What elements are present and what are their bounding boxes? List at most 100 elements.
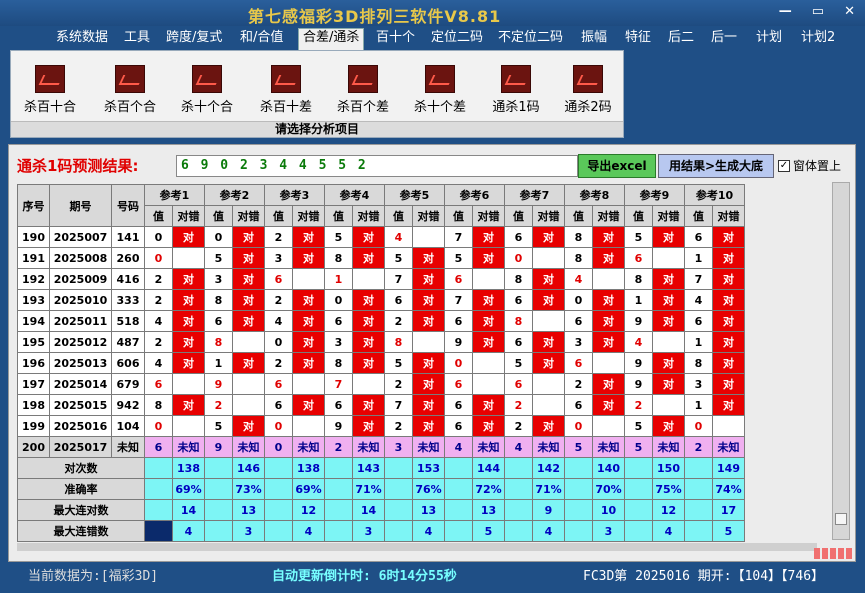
menu-item-8[interactable]: 振幅	[577, 29, 611, 49]
cell-period: 2025007	[49, 226, 112, 248]
menu-item-12[interactable]: 计划	[752, 29, 786, 49]
vertical-scrollbar[interactable]	[832, 182, 850, 540]
ribbon-button-0[interactable]: 杀百十合	[11, 65, 89, 115]
stat-spacer	[384, 457, 413, 479]
subheader-value: 值	[564, 205, 593, 227]
ribbon-button-4[interactable]: 杀百个差	[324, 65, 402, 115]
cell-check: 对	[292, 247, 325, 269]
table-row[interactable]: 194 2025011 518 4 对 6 对 4 对 6 对 2 对 6 对 8 6 对 9 对 6 对	[17, 310, 745, 332]
prediction-result-field[interactable]: 6 9 0 2 3 4 4 5 5 2	[176, 155, 578, 177]
header-ref-6: 参考6	[444, 184, 505, 206]
table-row[interactable]: 192 2025009 416 2 对 3 对 6 1 7 对 6 8 对 4 8 对 7 对	[17, 268, 745, 290]
close-icon[interactable]: ✕	[844, 4, 855, 19]
stat-spacer	[324, 499, 353, 521]
cell-value: 6	[264, 373, 293, 395]
cell-value: 9	[204, 373, 233, 395]
cell-value: 6	[684, 310, 713, 332]
table-row[interactable]: 198 2025015 942 8 对 2 6 对 6 对 7 对 6 对 2 6 对 2 1 对	[17, 394, 745, 416]
cell-value: 6	[324, 310, 353, 332]
stay-on-top-checkbox[interactable]: ✓ 窗体置上	[778, 157, 841, 174]
generate-base-button[interactable]: 用结果>生成大底	[658, 154, 774, 178]
header-ref-7: 参考7	[504, 184, 565, 206]
cell-check: 对	[592, 310, 625, 332]
cell-number: 518	[111, 310, 145, 332]
cell-check: 对	[232, 226, 265, 248]
stat-spacer	[144, 457, 173, 479]
cell-number: 未知	[111, 436, 145, 458]
stat-value: 143	[352, 457, 385, 479]
cell-number: 416	[111, 268, 145, 290]
cell-check: 对	[352, 310, 385, 332]
menu-item-3[interactable]: 和/合值	[236, 29, 287, 49]
subheader-check: 对错	[532, 205, 565, 227]
ribbon-button-5[interactable]: 杀十个差	[401, 65, 479, 115]
cell-value: 2	[564, 373, 593, 395]
cell-period: 2025008	[49, 247, 112, 269]
table-header-row: 序号 期号 号码 参考1 参考2 参考3 参考4 参考5 参考6 参考7 参考8 参考9 参考10	[17, 184, 745, 227]
menu-item-11[interactable]: 后一	[707, 29, 741, 49]
cell-check	[352, 268, 385, 290]
stat-spacer	[204, 520, 233, 542]
minimize-icon[interactable]: —	[779, 4, 792, 19]
maximize-icon[interactable]: ▭	[812, 4, 824, 19]
stat-value: 74%	[712, 478, 745, 500]
stat-spacer	[264, 520, 293, 542]
table-row[interactable]: 199 2025016 104 0 5 对 0 9 对 2 对 6 对 2 对 0 5 对 0	[17, 415, 745, 437]
menu-item-2[interactable]: 跨度/复式	[162, 29, 226, 49]
table-row[interactable]: 190 2025007 141 0 对 0 对 2 对 5 对 4 7 对 6 对 8 对 5 对 6 对	[17, 226, 745, 248]
menu-item-0[interactable]: 系统数据	[52, 29, 112, 49]
subheader-value: 值	[324, 205, 353, 227]
ribbon-button-3[interactable]: 杀百十差	[247, 65, 325, 115]
menu-item-9[interactable]: 特征	[621, 29, 655, 49]
table-row[interactable]: 191 2025008 260 0 5 对 3 对 8 对 5 对 5 对 0 8 对 6 1 对	[17, 247, 745, 269]
cell-value: 7	[444, 226, 473, 248]
menu-item-5[interactable]: 百十个	[372, 29, 419, 49]
table-row[interactable]: 197 2025014 679 6 9 6 7 2 对 6 6 2 对 9 对 3 对	[17, 373, 745, 395]
table-row-pending[interactable]: 200 2025017 未知 6 未知 9 未知 0 未知 2 未知 3 未知 4 未知 4 未知 5 未知 5 未知 2…	[17, 436, 745, 458]
stat-spacer	[504, 478, 533, 500]
cell-check: 对	[172, 289, 205, 311]
menu-item-13[interactable]: 计划2	[797, 29, 839, 49]
cell-check: 对	[412, 268, 445, 290]
menu-item-7[interactable]: 不定位二码	[494, 29, 567, 49]
cell-check	[292, 268, 325, 290]
scroll-thumb[interactable]	[835, 513, 847, 525]
table-row[interactable]: 196 2025013 606 4 对 1 对 2 对 8 对 5 对 0 5 对 6 9 对 8 对	[17, 352, 745, 374]
stat-spacer	[204, 499, 233, 521]
ribbon-button-2[interactable]: 杀十个合	[168, 65, 246, 115]
cell-value: 9	[624, 352, 653, 374]
table-row[interactable]: 193 2025010 333 2 对 8 对 2 对 0 对 6 对 7 对 6 对 0 对 1 对 4 对	[17, 289, 745, 311]
table-row[interactable]: 195 2025012 487 2 对 8 0 对 3 对 8 9 对 6 对 3 对 4 1 对	[17, 331, 745, 353]
cell-value: 2	[504, 394, 533, 416]
ribbon-button-7[interactable]: 通杀2码	[549, 65, 627, 115]
checkbox-check-icon[interactable]: ✓	[778, 159, 790, 172]
window-title: 第七感福彩3D排列三软件V8.81	[248, 7, 502, 26]
stat-row: 对次数 138 146 138 143 153 144 142 140 150 149	[17, 457, 745, 479]
menu-item-1[interactable]: 工具	[120, 29, 154, 49]
menu-item-10[interactable]: 后二	[664, 29, 698, 49]
cell-value: 6	[444, 415, 473, 437]
cell-value: 6	[564, 352, 593, 374]
stat-spacer	[684, 457, 713, 479]
cell-check	[592, 268, 625, 290]
stat-label: 准确率	[17, 478, 145, 500]
cell-value: 9	[324, 415, 353, 437]
subheader-check: 对错	[352, 205, 385, 227]
cell-check: 对	[472, 226, 505, 248]
cell-value: 9	[444, 331, 473, 353]
cell-check: 对	[592, 289, 625, 311]
cell-check	[652, 331, 685, 353]
cell-check: 对	[652, 415, 685, 437]
cell-check: 对	[652, 268, 685, 290]
cell-value: 1	[624, 289, 653, 311]
menu-item-4[interactable]: 合差/通杀	[298, 28, 365, 51]
cell-value: 2	[384, 373, 413, 395]
ribbon-button-1[interactable]: 杀百个合	[91, 65, 169, 115]
cell-seq: 198	[17, 394, 50, 416]
horizontal-scrollbar[interactable]	[17, 543, 817, 551]
menu-item-6[interactable]: 定位二码	[427, 29, 487, 49]
stat-value: 75%	[652, 478, 685, 500]
stat-spacer	[324, 520, 353, 542]
ribbon-button-6[interactable]: 通杀1码	[477, 65, 555, 115]
export-excel-button[interactable]: 导出excel	[578, 154, 656, 178]
